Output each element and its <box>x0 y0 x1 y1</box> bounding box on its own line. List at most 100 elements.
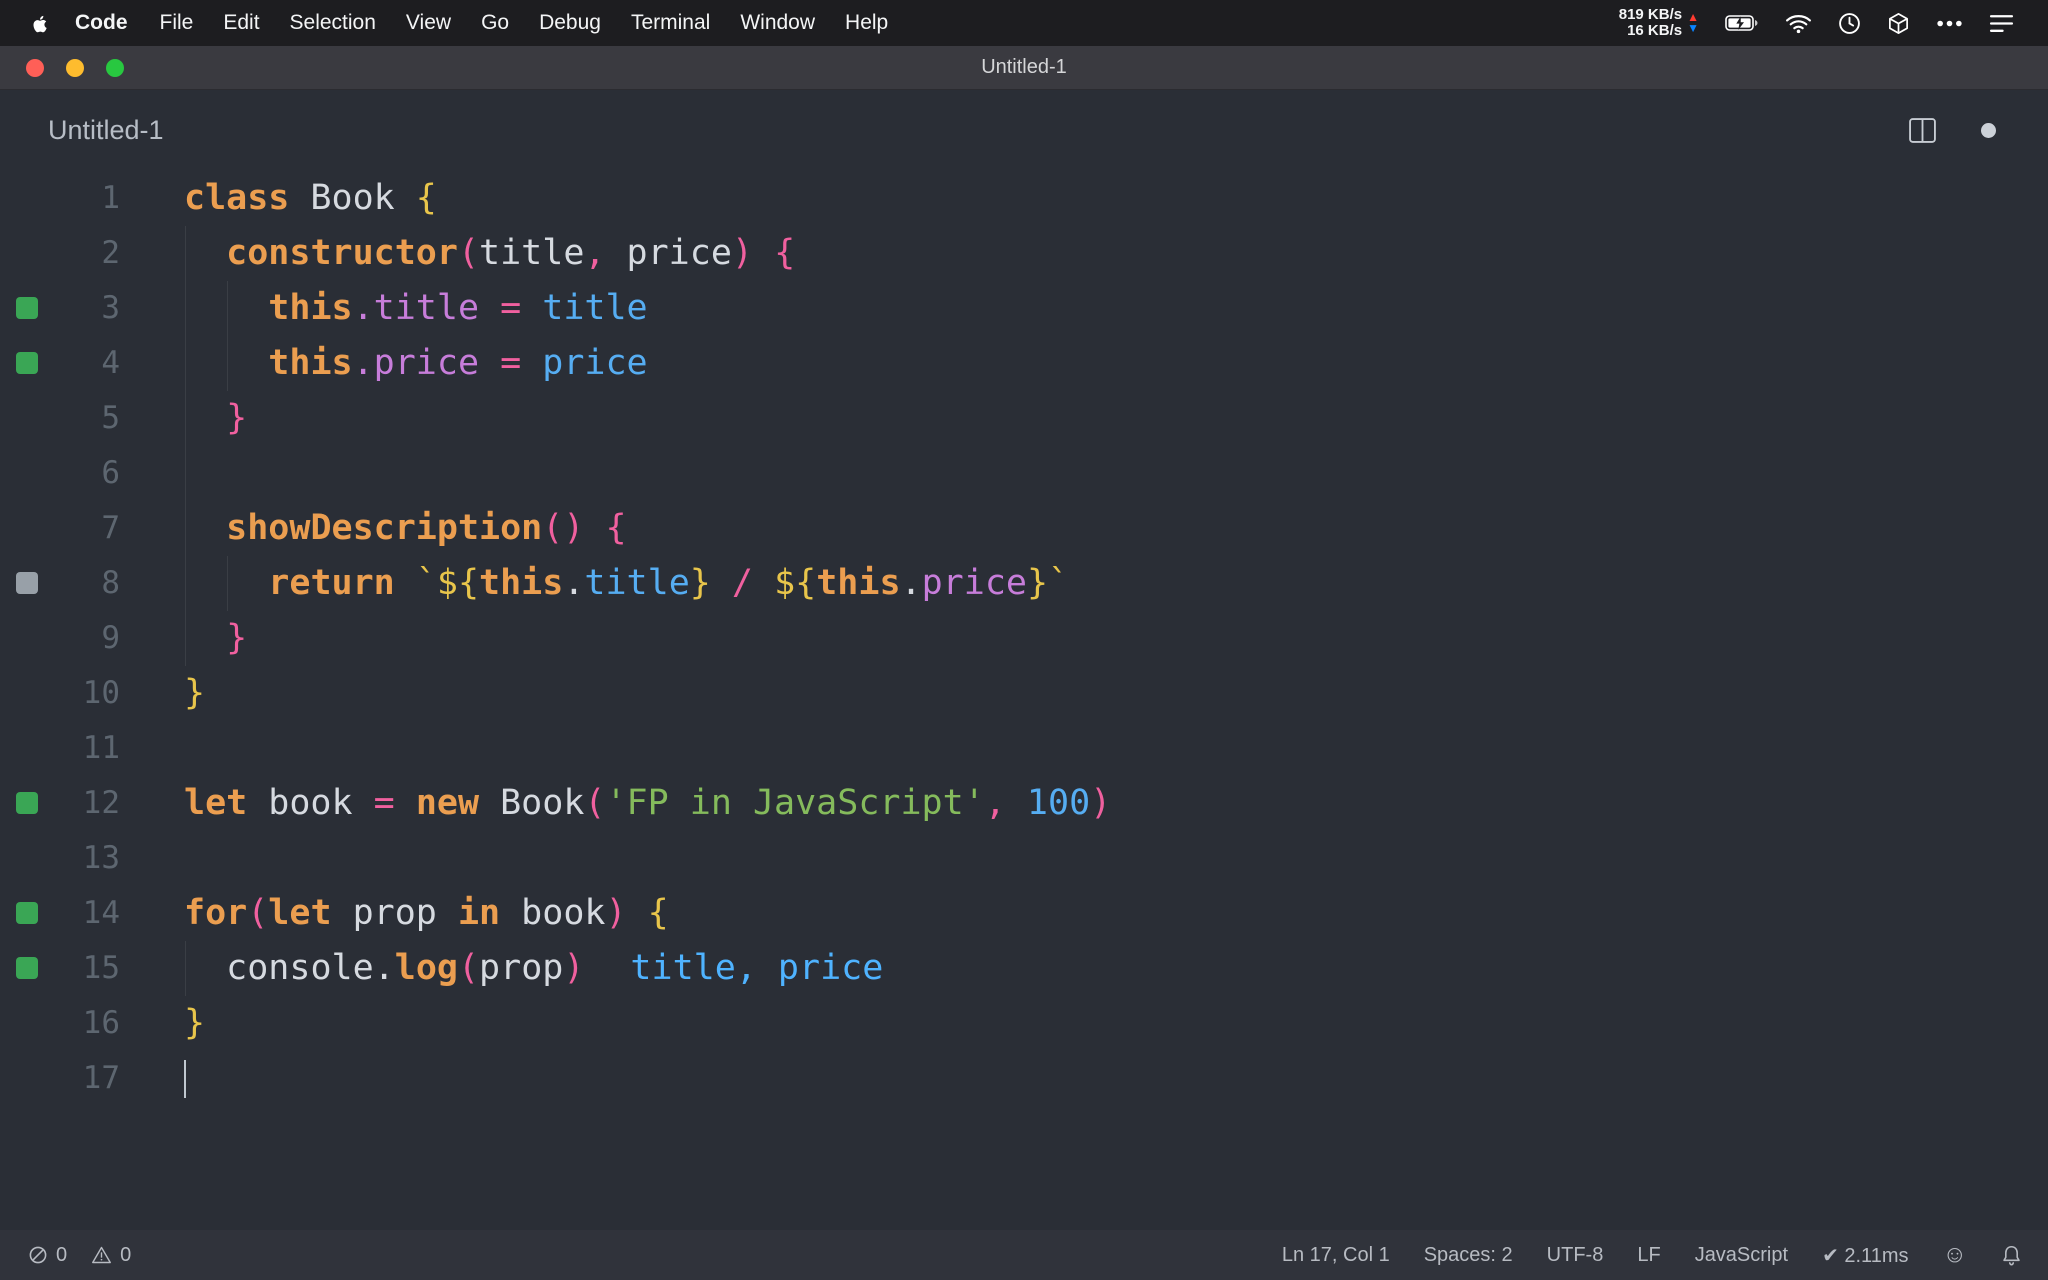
gutter-indicator-column <box>0 996 56 1051</box>
code-line-content[interactable]: } <box>184 666 2048 721</box>
ellipsis-icon[interactable] <box>1936 19 1963 28</box>
code-line-content[interactable]: let book = new Book('FP in JavaScript', … <box>184 776 2048 831</box>
minimize-button[interactable] <box>66 58 84 77</box>
quokka-timing[interactable]: ✔ 2.11ms <box>1822 1243 1908 1268</box>
code-line-content[interactable]: showDescription() { <box>184 501 2048 556</box>
code-area[interactable]: 1 class Book {2 constructor(title, price)… <box>0 171 2048 1106</box>
menu-app-name[interactable]: Code <box>58 11 145 35</box>
code-line-content[interactable]: this.title = title <box>184 281 2048 336</box>
code-line-content[interactable] <box>184 446 2048 501</box>
encoding-setting[interactable]: UTF-8 <box>1547 1244 1604 1267</box>
menu-item-view[interactable]: View <box>391 11 466 35</box>
code-line-content[interactable]: for(let prop in book) { <box>184 886 2048 941</box>
code-line-content[interactable] <box>184 1051 2048 1106</box>
indent-guide <box>227 281 228 336</box>
menu-item-help[interactable]: Help <box>830 11 903 35</box>
menubar-status-area: 819 KB/s 16 KB/s ▲ ▼ <box>1619 7 2014 39</box>
line-number: 13 <box>82 840 120 876</box>
code-token: } <box>226 618 248 658</box>
tab-label[interactable]: Untitled-1 <box>48 115 164 146</box>
split-editor-icon[interactable] <box>1908 117 1937 144</box>
menu-item-window[interactable]: Window <box>725 11 830 35</box>
gutter-indicator-column <box>0 171 56 226</box>
code-line-16[interactable]: 16} <box>0 996 2048 1051</box>
gutter-indicator-column <box>0 556 56 611</box>
code-line-content[interactable]: class Book { <box>184 171 2048 226</box>
code-line-12[interactable]: 12 let book = new Book('FP in JavaScript'… <box>0 776 2048 831</box>
code-token: ) <box>563 948 585 988</box>
code-line-9[interactable]: 9 } <box>0 611 2048 666</box>
code-line-content[interactable] <box>184 831 2048 886</box>
code-line-2[interactable]: 2 constructor(title, price) { <box>0 226 2048 281</box>
apple-menu[interactable] <box>28 11 48 35</box>
code-line-content[interactable]: } <box>184 996 2048 1051</box>
code-line-4[interactable]: 4 this.price = price <box>0 336 2048 391</box>
close-button[interactable] <box>26 58 44 77</box>
code-line-11[interactable]: 11 <box>0 721 2048 776</box>
cube-icon[interactable] <box>1887 12 1910 35</box>
code-line-7[interactable]: 7 showDescription() { <box>0 501 2048 556</box>
quokka-green-indicator <box>16 297 38 319</box>
code-token: } <box>184 673 206 713</box>
code-line-10[interactable]: 10} <box>0 666 2048 721</box>
code-token: { <box>774 233 796 273</box>
code-token: ( <box>584 783 606 823</box>
cursor-position[interactable]: Ln 17, Col 1 <box>1282 1244 1390 1267</box>
code-token: let <box>268 893 332 933</box>
code-token: Book <box>479 783 585 823</box>
network-speed-indicator[interactable]: 819 KB/s 16 KB/s ▲ ▼ <box>1619 7 1699 39</box>
code-line-content[interactable]: console.log(prop) title, price <box>184 941 2048 996</box>
smiley-icon[interactable]: ☺ <box>1942 1243 1967 1267</box>
code-token: price <box>921 563 1027 603</box>
code-token: ( <box>457 233 480 273</box>
problems-errors[interactable]: 0 <box>28 1244 67 1267</box>
code-line-17[interactable]: 17 <box>0 1051 2048 1106</box>
code-token: class <box>184 178 290 218</box>
code-token: = <box>500 343 522 383</box>
code-line-5[interactable]: 5 } <box>0 391 2048 446</box>
language-mode[interactable]: JavaScript <box>1695 1244 1788 1267</box>
unsaved-indicator-dot[interactable] <box>1981 123 1996 138</box>
battery-charging-icon[interactable] <box>1725 13 1759 33</box>
menu-item-go[interactable]: Go <box>466 11 524 35</box>
code-line-content[interactable]: this.price = price <box>184 336 2048 391</box>
code-token: title <box>584 563 690 603</box>
code-line-14[interactable]: 14 for(let prop in book) { <box>0 886 2048 941</box>
eol-setting[interactable]: LF <box>1637 1244 1660 1267</box>
code-line-8[interactable]: 8 return `${this.title} / ${this.price}` <box>0 556 2048 611</box>
code-line-15[interactable]: 15 console.log(prop) title, price <box>0 941 2048 996</box>
indent-guide <box>185 281 186 336</box>
window-titlebar[interactable]: Untitled-1 <box>0 46 2048 90</box>
clock-icon[interactable] <box>1838 12 1861 35</box>
code-line-content[interactable]: } <box>184 391 2048 446</box>
bell-icon[interactable] <box>2001 1244 2022 1267</box>
code-line-content[interactable]: constructor(title, price) { <box>184 226 2048 281</box>
code-token: this <box>479 563 564 603</box>
menu-item-file[interactable]: File <box>145 11 209 35</box>
code-token: `${ <box>415 563 480 603</box>
code-line-content[interactable] <box>184 721 2048 776</box>
code-line-6[interactable]: 6 <box>0 446 2048 501</box>
wifi-icon[interactable] <box>1785 13 1812 34</box>
zoom-button[interactable] <box>106 58 124 77</box>
code-line-1[interactable]: 1 class Book { <box>0 171 2048 226</box>
gutter-indicator-column <box>0 941 56 996</box>
gutter-indicator-column <box>0 831 56 886</box>
code-token: / <box>731 563 753 603</box>
menu-item-debug[interactable]: Debug <box>524 11 616 35</box>
code-token: this <box>268 343 353 383</box>
menu-item-edit[interactable]: Edit <box>208 11 274 35</box>
list-icon[interactable] <box>1989 14 2014 33</box>
problems-warnings[interactable]: 0 <box>91 1244 131 1267</box>
indentation-setting[interactable]: Spaces: 2 <box>1424 1244 1513 1267</box>
menu-item-selection[interactable]: Selection <box>275 11 391 35</box>
code-line-content[interactable]: } <box>184 611 2048 666</box>
code-line-content[interactable]: return `${this.title} / ${this.price}` <box>184 556 2048 611</box>
menu-item-terminal[interactable]: Terminal <box>616 11 725 35</box>
code-line-13[interactable]: 13 <box>0 831 2048 886</box>
code-line-3[interactable]: 3 this.title = title <box>0 281 2048 336</box>
